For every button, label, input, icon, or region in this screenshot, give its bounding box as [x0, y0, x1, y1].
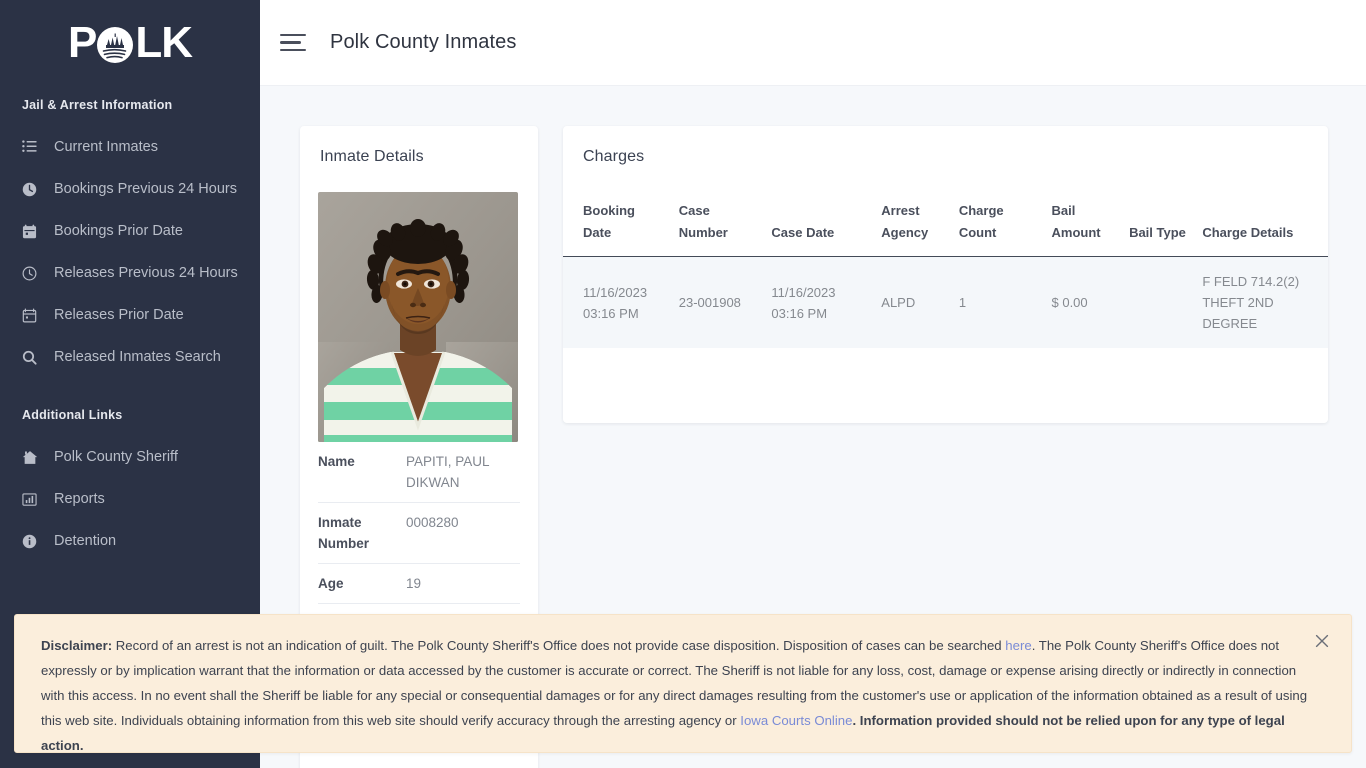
- detail-key: Inmate Number: [318, 515, 370, 551]
- charges-card: Charges Booking Date Case Number Case Da…: [563, 126, 1328, 423]
- sidebar-item-releases-previous-24-hours[interactable]: Releases Previous 24 Hours: [0, 252, 260, 294]
- sidebar-item-label: Reports: [54, 491, 105, 507]
- sidebar-item-detention[interactable]: Detention: [0, 520, 260, 562]
- calendar-filled-icon: [22, 224, 44, 239]
- calendar-outline-icon: [22, 308, 44, 323]
- disclaimer-banner: Disclaimer: Record of an arrest is not a…: [14, 614, 1352, 753]
- sidebar-item-label: Releases Prior Date: [54, 307, 184, 323]
- charges-title: Charges: [583, 148, 645, 165]
- polk-county-capitol-emblem-icon: [96, 26, 134, 64]
- disclaimer-link-iowa-courts-online[interactable]: Iowa Courts Online: [740, 713, 852, 728]
- sidebar-item-label: Current Inmates: [54, 139, 158, 155]
- clock-outline-icon: [22, 266, 44, 281]
- disclaimer-text: Disclaimer: Record of an arrest is not a…: [41, 633, 1311, 758]
- hamburger-line: [280, 41, 301, 44]
- search-icon: [22, 350, 44, 365]
- sidebar-item-current-inmates[interactable]: Current Inmates: [0, 126, 260, 168]
- detail-row-inmate-number: Inmate Number 0008280: [318, 503, 520, 564]
- top-header: Polk County Inmates: [260, 0, 1366, 86]
- cell-charge-details: F FELD 714.2(2) THEFT 2ND DEGREE: [1194, 256, 1328, 348]
- bar-chart-icon: [22, 492, 44, 507]
- sidebar-item-label: Released Inmates Search: [54, 349, 221, 365]
- hamburger-icon[interactable]: [280, 32, 308, 54]
- charges-header-row: Booking Date Case Number Case Date Arres…: [563, 200, 1328, 257]
- detail-value: 19: [406, 576, 422, 591]
- logo-text-right: LK: [135, 18, 193, 67]
- sidebar-item-label: Detention: [54, 533, 117, 549]
- sidebar-section-title-additional-links: Additional Links: [22, 408, 123, 422]
- sidebar-item-reports[interactable]: Reports: [0, 478, 260, 520]
- disclaimer-label: Disclaimer:: [41, 638, 113, 653]
- inmate-details-title: Inmate Details: [320, 148, 424, 165]
- disclaimer-part-1: Record of an arrest is not an indication…: [112, 638, 1006, 653]
- sidebar-item-bookings-prior-date[interactable]: Bookings Prior Date: [0, 210, 260, 252]
- sidebar-item-label: Releases Previous 24 Hours: [54, 265, 238, 281]
- brand-logo[interactable]: P LK: [0, 0, 260, 86]
- cell-charge-count: 1: [950, 256, 1044, 348]
- column-header-charge-details[interactable]: Charge Details: [1194, 200, 1328, 257]
- column-header-bail-type[interactable]: Bail Type: [1121, 200, 1195, 257]
- detail-key: Name: [318, 454, 355, 469]
- sidebar-item-label: Polk County Sheriff: [54, 449, 178, 465]
- sidebar-section-title-jail-arrest: Jail & Arrest Information: [22, 98, 173, 112]
- hamburger-line: [280, 34, 306, 37]
- sidebar-item-releases-prior-date[interactable]: Releases Prior Date: [0, 294, 260, 336]
- table-row: 11/16/2023 03:16 PM 23-001908 11/16/2023…: [563, 256, 1328, 348]
- detail-value: PAPITI, PAUL DIKWAN: [406, 454, 490, 490]
- mugshot-image: [318, 192, 518, 442]
- charges-table-body: 11/16/2023 03:16 PM 23-001908 11/16/2023…: [563, 256, 1328, 348]
- info-circle-icon: [22, 534, 44, 549]
- cell-case-number: 23-001908: [670, 256, 764, 348]
- sidebar-item-label: Bookings Prior Date: [54, 223, 183, 239]
- cell-bail-type: [1121, 256, 1195, 348]
- mugshot-container: [300, 166, 538, 442]
- detail-value: 0008280: [406, 515, 459, 530]
- close-icon[interactable]: [1311, 630, 1333, 652]
- sidebar-item-bookings-previous-24-hours[interactable]: Bookings Previous 24 Hours: [0, 168, 260, 210]
- charges-table: Booking Date Case Number Case Date Arres…: [563, 200, 1328, 348]
- list-icon: [22, 140, 44, 154]
- sidebar-item-released-inmates-search[interactable]: Released Inmates Search: [0, 336, 260, 378]
- cell-bail-amount: $ 0.00: [1043, 256, 1122, 348]
- cell-arrest-agency: ALPD: [873, 256, 951, 348]
- cell-case-date: 11/16/2023 03:16 PM: [763, 256, 874, 348]
- column-header-arrest-agency[interactable]: Arrest Agency: [873, 200, 951, 257]
- clock-filled-icon: [22, 182, 44, 197]
- detail-row-name: Name PAPITI, PAUL DIKWAN: [318, 442, 520, 503]
- column-header-charge-count[interactable]: Charge Count: [950, 200, 1044, 257]
- cell-booking-date: 11/16/2023 03:16 PM: [563, 256, 671, 348]
- charges-table-head: Booking Date Case Number Case Date Arres…: [563, 200, 1328, 257]
- home-icon: [22, 450, 44, 465]
- sidebar-item-polk-county-sheriff[interactable]: Polk County Sheriff: [0, 436, 260, 478]
- column-header-bail-amount[interactable]: Bail Amount: [1043, 200, 1122, 257]
- detail-row-age: Age 19: [318, 564, 520, 604]
- disclaimer-link-here[interactable]: here: [1005, 638, 1031, 653]
- column-header-case-number[interactable]: Case Number: [670, 200, 764, 257]
- column-header-case-date[interactable]: Case Date: [763, 200, 874, 257]
- logo-text-left: P: [67, 18, 97, 67]
- column-header-booking-date[interactable]: Booking Date: [563, 200, 671, 257]
- app-root: P LK Jail & Arrest Information Current I…: [0, 0, 1366, 768]
- detail-key: Age: [318, 576, 344, 591]
- hamburger-line: [280, 48, 306, 51]
- sidebar-item-label: Bookings Previous 24 Hours: [54, 181, 237, 197]
- page-title: Polk County Inmates: [330, 31, 517, 53]
